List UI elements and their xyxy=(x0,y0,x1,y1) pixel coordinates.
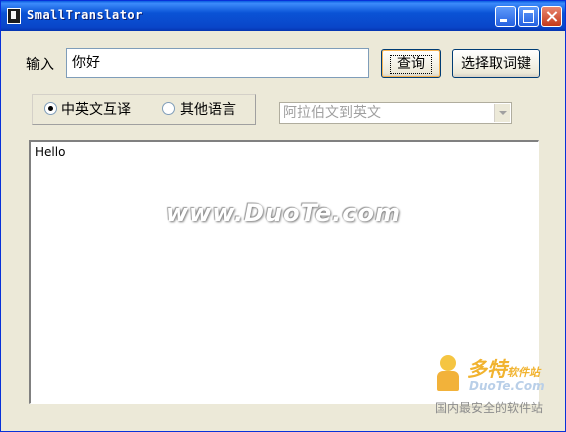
site-watermark: www.DuoTe.com xyxy=(166,199,401,227)
window-title: SmallTranslator xyxy=(27,8,143,22)
minimize-button[interactable] xyxy=(495,6,516,27)
radio-other-languages[interactable] xyxy=(162,102,175,115)
logo-name: 多特软件站 xyxy=(467,357,540,381)
translation-mode-group: 中英文互译 其他语言 xyxy=(32,94,256,125)
language-pair-select: 阿拉伯文到英文 xyxy=(279,102,512,124)
maximize-button[interactable] xyxy=(518,6,539,27)
site-logo: 多特软件站 DuoTe.Com 国内最安全的软件站 xyxy=(433,351,563,423)
title-bar[interactable]: SmallTranslator xyxy=(1,1,565,31)
select-hotkey-button[interactable]: 选择取词键 xyxy=(452,49,540,78)
chevron-down-icon xyxy=(494,104,510,122)
app-icon[interactable] xyxy=(7,8,21,24)
mascot-icon xyxy=(435,355,461,391)
close-button[interactable] xyxy=(541,6,562,27)
input-label: 输入 xyxy=(26,57,54,73)
radio-other-languages-label[interactable]: 其他语言 xyxy=(180,99,236,119)
radio-chinese-english[interactable] xyxy=(44,102,57,115)
app-window: SmallTranslator 输入 你好 查询 选择取词键 中英文互译 其他语… xyxy=(0,0,566,432)
logo-domain: DuoTe.Com xyxy=(469,379,545,393)
language-pair-value: 阿拉伯文到英文 xyxy=(283,105,381,121)
source-text-input[interactable]: 你好 xyxy=(66,48,369,78)
radio-chinese-english-label[interactable]: 中英文互译 xyxy=(61,99,131,119)
query-button-label: 查询 xyxy=(390,54,432,74)
logo-tagline: 国内最安全的软件站 xyxy=(435,401,544,415)
query-button[interactable]: 查询 xyxy=(381,49,441,78)
output-text: Hello xyxy=(35,145,66,159)
